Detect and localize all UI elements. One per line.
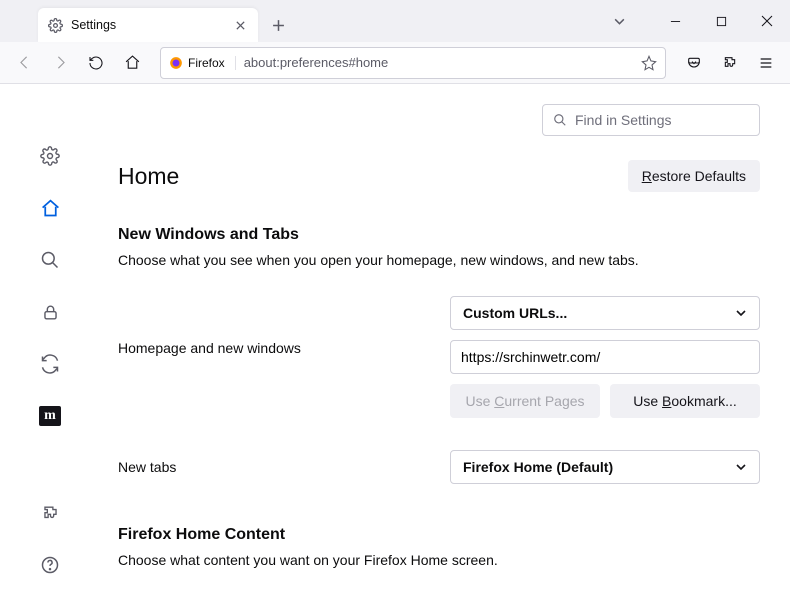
mozilla-icon: m bbox=[39, 406, 61, 426]
restore-defaults-button[interactable]: Restore Defaults bbox=[628, 160, 760, 192]
homepage-label: Homepage and new windows bbox=[118, 296, 450, 356]
forward-button[interactable] bbox=[44, 47, 76, 79]
homepage-select-value: Custom URLs... bbox=[463, 305, 567, 321]
use-current-pages-button[interactable]: Use Current Pages bbox=[450, 384, 600, 418]
browser-tab[interactable]: Settings bbox=[38, 8, 258, 42]
sidebar-privacy[interactable] bbox=[36, 298, 64, 326]
url-bar[interactable]: Firefox about:preferences#home bbox=[160, 47, 666, 79]
section-heading-home-content: Firefox Home Content bbox=[118, 526, 760, 544]
sidebar-extensions[interactable] bbox=[36, 499, 64, 527]
extensions-button[interactable] bbox=[714, 47, 746, 79]
chevron-down-icon bbox=[735, 307, 747, 319]
newtabs-select-value: Firefox Home (Default) bbox=[463, 459, 613, 475]
new-tab-button[interactable] bbox=[264, 11, 292, 39]
window-controls bbox=[596, 0, 790, 42]
url-prefix: Firefox bbox=[188, 56, 225, 70]
menu-button[interactable] bbox=[750, 47, 782, 79]
sidebar-more-mozilla[interactable]: m bbox=[36, 402, 64, 430]
homepage-select[interactable]: Custom URLs... bbox=[450, 296, 760, 330]
newtabs-select[interactable]: Firefox Home (Default) bbox=[450, 450, 760, 484]
home-button[interactable] bbox=[116, 47, 148, 79]
sidebar-general[interactable] bbox=[36, 142, 64, 170]
nav-toolbar: Firefox about:preferences#home bbox=[0, 42, 790, 84]
page-title: Home bbox=[118, 163, 179, 190]
close-window-button[interactable] bbox=[744, 0, 790, 42]
close-tab-icon[interactable] bbox=[232, 17, 248, 33]
reload-button[interactable] bbox=[80, 47, 112, 79]
chevron-down-icon[interactable] bbox=[596, 0, 642, 42]
sidebar-help[interactable] bbox=[36, 551, 64, 579]
section-desc-home-content: Choose what content you want on your Fir… bbox=[118, 552, 760, 568]
url-text: about:preferences#home bbox=[244, 55, 389, 70]
homepage-url-input[interactable] bbox=[450, 340, 760, 374]
newtabs-label: New tabs bbox=[118, 459, 450, 475]
maximize-button[interactable] bbox=[698, 0, 744, 42]
bookmark-star-icon[interactable] bbox=[641, 55, 657, 71]
firefox-logo-icon: Firefox bbox=[169, 56, 236, 70]
find-in-settings[interactable]: Find in Settings bbox=[542, 104, 760, 136]
minimize-button[interactable] bbox=[652, 0, 698, 42]
find-placeholder: Find in Settings bbox=[575, 112, 672, 128]
back-button[interactable] bbox=[8, 47, 40, 79]
title-bar: Settings bbox=[0, 0, 790, 42]
chevron-down-icon bbox=[735, 461, 747, 473]
content-area: m Find in Settings Home Restore Defaults… bbox=[0, 84, 790, 595]
sidebar-search[interactable] bbox=[36, 246, 64, 274]
gear-icon bbox=[48, 18, 63, 33]
section-desc-new-windows: Choose what you see when you open your h… bbox=[118, 252, 760, 268]
pocket-button[interactable] bbox=[678, 47, 710, 79]
sidebar-home[interactable] bbox=[36, 194, 64, 222]
search-icon bbox=[553, 113, 567, 127]
settings-main: Find in Settings Home Restore Defaults N… bbox=[100, 84, 790, 595]
section-heading-new-windows: New Windows and Tabs bbox=[118, 226, 760, 244]
sidebar-sync[interactable] bbox=[36, 350, 64, 378]
use-bookmark-button[interactable]: Use Bookmark... bbox=[610, 384, 760, 418]
settings-sidebar: m bbox=[0, 84, 100, 595]
tab-title: Settings bbox=[71, 18, 232, 32]
